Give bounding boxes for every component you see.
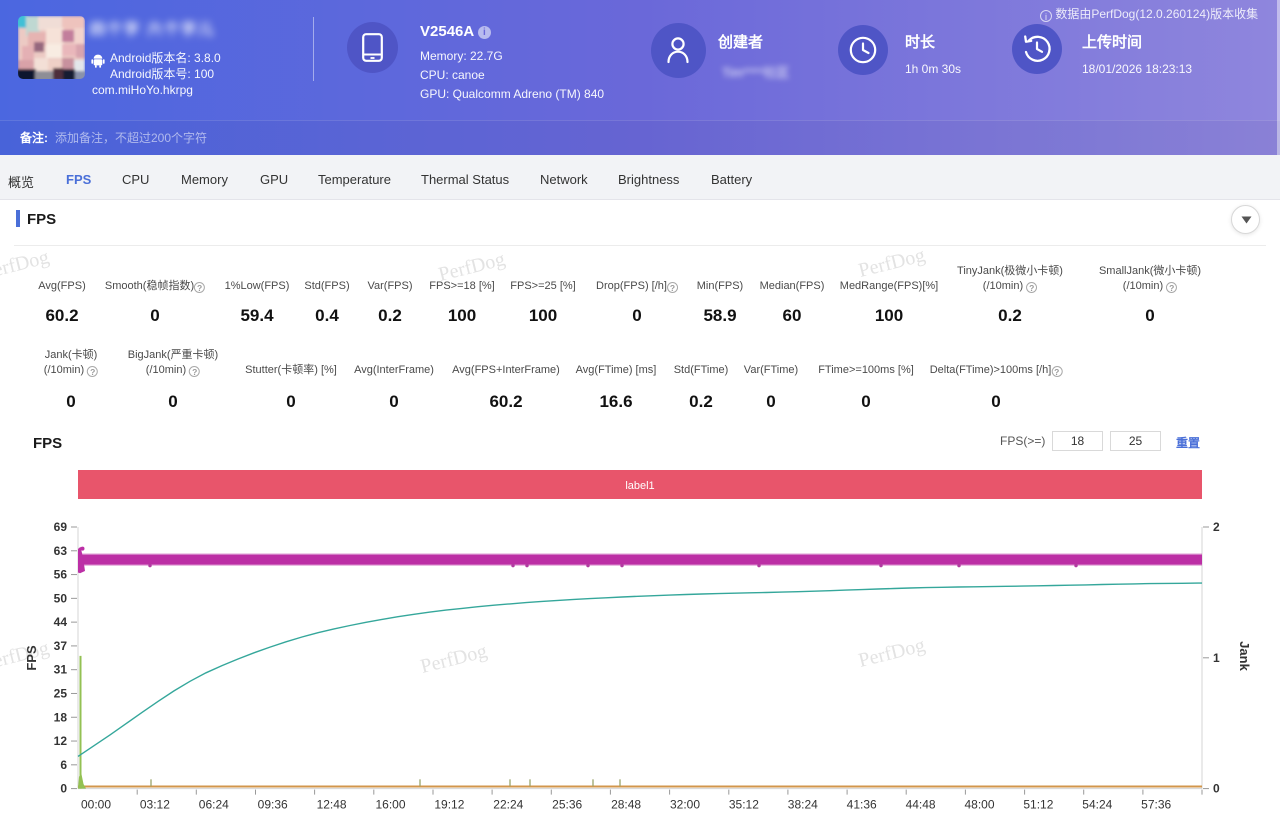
svg-text:Jank: Jank [1237, 641, 1252, 671]
svg-text:31: 31 [54, 663, 68, 677]
svg-text:32:00: 32:00 [670, 798, 700, 812]
svg-text:48:00: 48:00 [964, 798, 994, 812]
svg-text:51:12: 51:12 [1023, 798, 1053, 812]
svg-text:18: 18 [54, 710, 68, 724]
svg-text:16:00: 16:00 [375, 798, 405, 812]
svg-text:03:12: 03:12 [140, 798, 170, 812]
svg-text:63: 63 [54, 544, 68, 558]
svg-text:6: 6 [60, 758, 67, 772]
svg-text:57:36: 57:36 [1141, 798, 1171, 812]
svg-text:56: 56 [54, 568, 68, 582]
svg-text:38:24: 38:24 [788, 798, 818, 812]
svg-text:44:48: 44:48 [906, 798, 936, 812]
svg-text:00:00: 00:00 [81, 798, 111, 812]
svg-text:44: 44 [54, 615, 68, 629]
svg-text:22:24: 22:24 [493, 798, 523, 812]
svg-text:19:12: 19:12 [434, 798, 464, 812]
svg-text:09:36: 09:36 [258, 798, 288, 812]
svg-text:25:36: 25:36 [552, 798, 582, 812]
svg-text:28:48: 28:48 [611, 798, 641, 812]
svg-text:25: 25 [54, 686, 68, 700]
svg-text:37: 37 [54, 639, 68, 653]
svg-text:2: 2 [1213, 520, 1220, 534]
svg-text:69: 69 [54, 520, 68, 534]
svg-text:0: 0 [1213, 782, 1220, 796]
svg-text:1: 1 [1213, 651, 1220, 665]
svg-text:06:24: 06:24 [199, 798, 229, 812]
svg-text:54:24: 54:24 [1082, 798, 1112, 812]
svg-text:41:36: 41:36 [847, 798, 877, 812]
svg-text:0: 0 [60, 782, 67, 796]
svg-text:label1: label1 [625, 480, 654, 492]
svg-text:50: 50 [54, 591, 68, 605]
svg-text:12:48: 12:48 [317, 798, 347, 812]
svg-text:FPS: FPS [24, 645, 39, 671]
svg-text:35:12: 35:12 [729, 798, 759, 812]
svg-text:12: 12 [54, 734, 68, 748]
